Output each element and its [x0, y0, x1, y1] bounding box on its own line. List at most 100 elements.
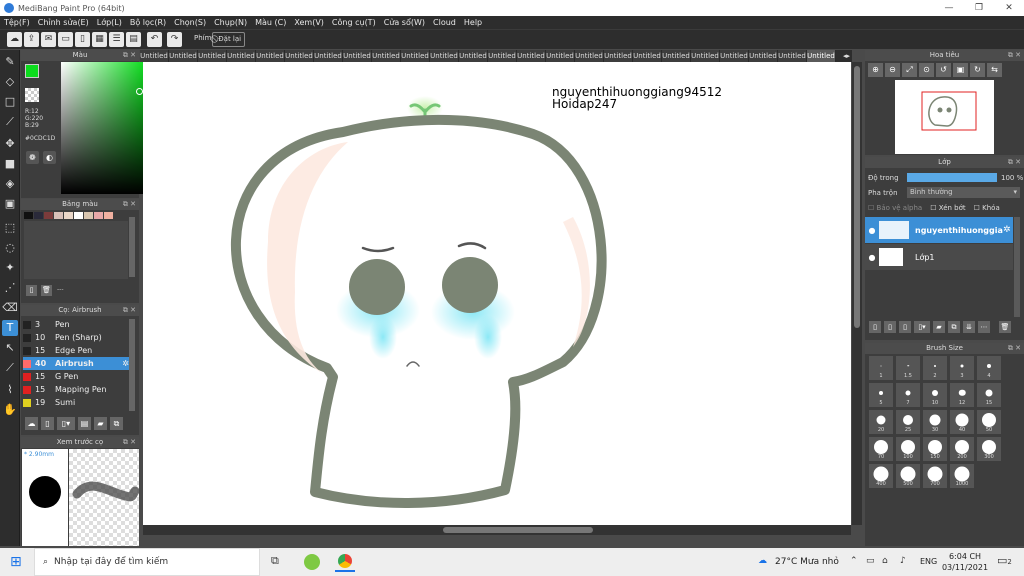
zoom-in-icon[interactable]: ⊕: [868, 63, 883, 77]
divide-tool-icon[interactable]: ⟋: [2, 360, 18, 376]
palette-swatch[interactable]: [94, 212, 103, 219]
network-icon[interactable]: ⌂: [882, 556, 888, 566]
navigator-thumbnail[interactable]: [895, 80, 994, 154]
eyedropper-tool-icon[interactable]: ⌇: [2, 382, 18, 398]
medibang-taskbar-icon[interactable]: [304, 554, 320, 570]
weather-text[interactable]: 27°C Mưa nhỏ: [775, 557, 839, 567]
palette-icon[interactable]: ❁: [26, 151, 39, 164]
menu-file[interactable]: Tệp(F): [0, 18, 34, 27]
zoom-out-icon[interactable]: ⊖: [885, 63, 900, 77]
document-tab[interactable]: Untitled: [227, 50, 256, 62]
foreground-color-swatch[interactable]: [25, 64, 39, 78]
brush-settings-icon[interactable]: ▤: [78, 417, 91, 430]
brush-size-option[interactable]: 40: [950, 410, 974, 434]
clock[interactable]: 6:04 CH 03/11/2021: [940, 551, 990, 573]
document-tab[interactable]: Untitled: [662, 50, 691, 62]
undo-icon[interactable]: ↶: [147, 32, 162, 47]
palette-swatch[interactable]: [34, 212, 43, 219]
document-tab[interactable]: Untitled: [140, 50, 169, 62]
pin-icon[interactable]: ⧉ ✕: [123, 305, 136, 316]
document-tab[interactable]: Untitled: [372, 50, 401, 62]
brush-item[interactable]: 15 Mapping Pen: [23, 383, 129, 396]
palette-swatch[interactable]: [84, 212, 93, 219]
pin-icon[interactable]: ⧉ ✕: [123, 50, 136, 61]
palette-swatch[interactable]: [64, 212, 73, 219]
brush-size-option[interactable]: 700: [923, 464, 947, 488]
menu-edit[interactable]: Chỉnh sửa(E): [34, 18, 93, 27]
palette-swatch[interactable]: [54, 212, 63, 219]
document-tab[interactable]: Untitled: [720, 50, 749, 62]
document-tab[interactable]: Untitled: [749, 50, 778, 62]
brush-item[interactable]: 10 Pen (Sharp): [23, 331, 129, 344]
brush-size-option[interactable]: 100: [896, 437, 920, 461]
select-pen-tool-icon[interactable]: ⋰: [2, 280, 18, 296]
chrome-taskbar-icon[interactable]: [335, 552, 355, 572]
document-tab[interactable]: Untitled: [169, 50, 198, 62]
menu-select[interactable]: Chọn(S): [170, 18, 210, 27]
tab-scroll-arrows[interactable]: ◂▸: [841, 50, 852, 62]
menu-snap[interactable]: Chụp(N): [210, 18, 251, 27]
pin-icon[interactable]: ⧉ ✕: [123, 199, 136, 210]
palette-swatch[interactable]: [104, 212, 113, 219]
flip-icon[interactable]: ⇆: [987, 63, 1002, 77]
pin-icon[interactable]: ⧉ ✕: [1008, 157, 1021, 168]
delete-layer-icon[interactable]: 🗑: [999, 321, 1011, 333]
select-rect-tool-icon[interactable]: ⬚: [2, 220, 18, 236]
brush-size-option[interactable]: 70: [869, 437, 893, 461]
brush-item[interactable]: 15 Edge Pen: [23, 344, 129, 357]
palette-swatch[interactable]: [74, 212, 83, 219]
protect-alpha-checkbox[interactable]: ☐ Bảo vệ alpha: [868, 204, 922, 212]
menu-tools[interactable]: Công cụ(T): [328, 18, 380, 27]
lasso-tool-icon[interactable]: ◌: [2, 240, 18, 256]
brush-size-option[interactable]: 20: [869, 410, 893, 434]
document-tab[interactable]: Untitled: [430, 50, 459, 62]
text-tool-icon[interactable]: T: [2, 320, 18, 336]
operation-tool-icon[interactable]: ↖: [2, 340, 18, 356]
comment-icon[interactable]: ▭: [58, 32, 73, 47]
brush-size-option[interactable]: 200: [950, 437, 974, 461]
saturation-value-picker[interactable]: [61, 62, 145, 194]
brush-size-option[interactable]: 3: [950, 356, 974, 380]
maximize-button[interactable]: ❐: [964, 0, 994, 16]
fill-rect-tool-icon[interactable]: ■: [2, 156, 18, 172]
brush-size-option[interactable]: 10: [923, 383, 947, 407]
document-tab[interactable]: Untitled: [575, 50, 604, 62]
rectangle-tool-icon[interactable]: □: [2, 94, 18, 110]
brush-item-selected[interactable]: 40 Airbrush ✲: [23, 357, 129, 370]
brush-size-option[interactable]: 150: [923, 437, 947, 461]
bucket-tool-icon[interactable]: ◈: [2, 176, 18, 192]
task-view-icon[interactable]: ⧉: [271, 554, 279, 568]
canvas-text-layer[interactable]: nguyenthihuonggiang94512 Hoidap247: [552, 86, 722, 110]
upload-icon[interactable]: ⇪: [24, 32, 39, 47]
volume-icon[interactable]: ♪: [900, 556, 906, 566]
minimize-button[interactable]: —: [934, 0, 964, 16]
horizontal-scroll-thumb[interactable]: [443, 527, 593, 533]
redo-icon[interactable]: ↷: [167, 32, 182, 47]
menu-color[interactable]: Màu (C): [251, 18, 290, 27]
document-tab[interactable]: Untitled: [256, 50, 285, 62]
chat-icon[interactable]: ✉: [41, 32, 56, 47]
grid-icon[interactable]: ▦: [92, 32, 107, 47]
document-tab[interactable]: Untitled: [343, 50, 372, 62]
pin-icon[interactable]: ⧉ ✕: [1008, 50, 1021, 61]
visibility-eye-icon[interactable]: ●: [865, 253, 879, 262]
layer-settings-gear-icon[interactable]: ✲: [1003, 225, 1011, 235]
vertical-scroll-thumb[interactable]: [854, 66, 860, 328]
document-tab[interactable]: Untitled: [778, 50, 807, 62]
transparent-color-swatch[interactable]: [25, 88, 39, 102]
document-tab[interactable]: Untitled: [285, 50, 314, 62]
brush-size-option[interactable]: 4: [977, 356, 1001, 380]
fit-icon[interactable]: ⤢: [902, 63, 917, 77]
document-tab[interactable]: Untitled: [314, 50, 343, 62]
new-halftone-layer-icon[interactable]: ▯: [884, 321, 896, 333]
document-tab[interactable]: Untitled: [488, 50, 517, 62]
tray-app-icon[interactable]: ▭: [866, 556, 875, 566]
brush-size-option[interactable]: 50: [977, 410, 1001, 434]
pen-tool-icon[interactable]: ⟋: [2, 114, 18, 130]
document-tab[interactable]: Untitled: [691, 50, 720, 62]
brush-size-option[interactable]: 1000: [950, 464, 974, 488]
brush-size-option[interactable]: 1: [869, 356, 893, 380]
layer-row[interactable]: ● Lớp1: [865, 244, 1013, 270]
new-brush-icon[interactable]: ▯: [41, 417, 54, 430]
new-layer-icon[interactable]: ▯: [869, 321, 881, 333]
